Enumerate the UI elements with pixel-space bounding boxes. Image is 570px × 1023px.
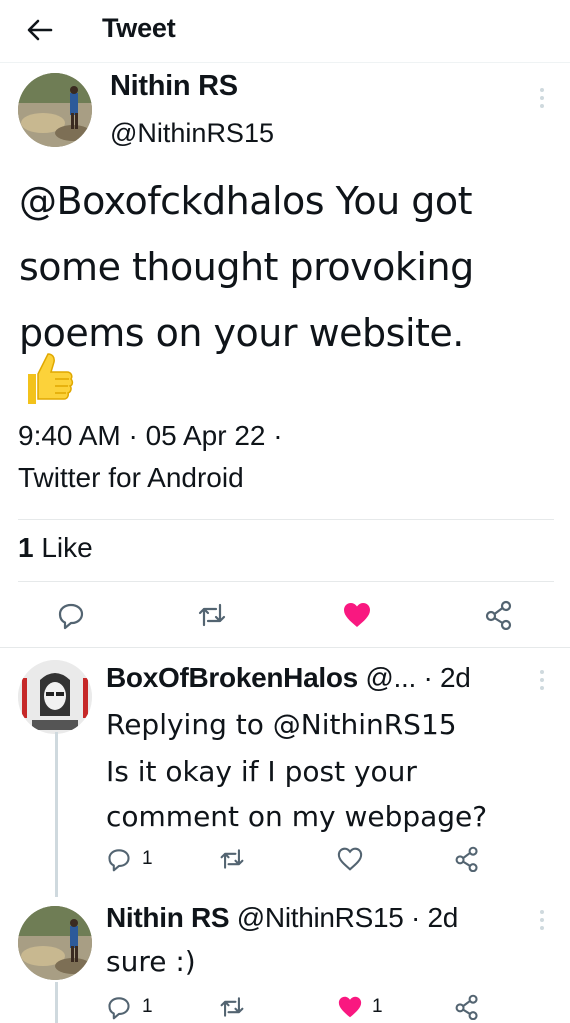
thread-line [55,982,58,1023]
reply-icon [58,603,84,630]
author-name[interactable]: Nithin RS [110,70,238,103]
more-vertical-icon [540,88,544,108]
divider [18,581,554,582]
replying-to[interactable]: Replying to @NithinRS15 [106,708,457,741]
reply-count: 1 [142,848,153,869]
arrow-left-icon [27,19,53,41]
reply-author-name: BoxOfBrokenHalos [106,662,358,693]
divider [18,519,554,520]
likes-summary[interactable]: 1 Like [18,532,93,564]
reply-text-line: Is it okay if I post your [106,755,417,788]
like-icon [344,603,370,627]
avatar[interactable] [18,73,92,147]
tweet-timestamp[interactable]: 9:40 AM · 05 Apr 22 · [18,420,283,452]
more-options-button[interactable] [532,84,552,114]
header-divider [0,62,570,63]
retweet-button[interactable] [196,600,228,630]
avatar[interactable] [18,906,92,980]
retweet-button[interactable] [218,846,246,872]
like-button[interactable] [342,601,372,629]
avatar[interactable] [18,660,92,734]
share-icon [455,994,478,1021]
avatar-photo [18,73,92,147]
share-button[interactable] [454,846,480,873]
like-icon [337,847,363,871]
likes-count: 1 [18,532,34,563]
share-icon [485,600,512,631]
retweet-icon [198,603,226,627]
more-vertical-icon [540,670,544,690]
reply-handle-time: @NithinRS15 · 2d [229,902,459,933]
top-bar: Tweet [0,0,570,62]
reply-text-line: sure :) [106,945,196,978]
avatar-photo [18,660,92,734]
like-count: 1 [372,996,383,1017]
reply-author-name: Nithin RS [106,902,230,933]
reply-author[interactable]: Nithin RS @NithinRS15 · 2d [106,902,458,934]
likes-label: Like [33,532,93,563]
author-handle[interactable]: @NithinRS15 [110,118,274,149]
tweet-text-line: some thought provoking [19,245,474,289]
retweet-icon [220,849,244,869]
page-title: Tweet [102,13,176,43]
more-vertical-icon [540,910,544,930]
tweet-text-line: poems on your website. [19,311,464,355]
more-options-button[interactable] [532,906,552,936]
share-button[interactable] [484,600,514,631]
reply-button[interactable] [56,600,86,630]
share-button[interactable] [454,994,480,1021]
reply-text-line: comment on my webpage? [106,800,488,833]
reply-handle-time: @... · 2d [357,662,471,693]
retweet-button[interactable] [218,994,246,1020]
thumbs-up-icon [20,348,74,408]
divider [0,647,570,648]
avatar-photo [18,906,92,980]
like-button[interactable] [337,847,363,871]
share-icon [455,846,478,873]
reply-count: 1 [142,996,153,1017]
reply-author[interactable]: BoxOfBrokenHalos @... · 2d [106,662,471,694]
tweet-text: @Boxofckdhalos You got some thought prov… [19,168,555,366]
reply-icon [108,997,130,1020]
reply-icon [108,849,130,872]
more-options-button[interactable] [532,666,552,696]
like-button[interactable] [337,995,363,1019]
back-button[interactable] [24,14,56,46]
thread-line [55,732,58,897]
like-icon [338,996,362,1018]
reply-button[interactable] [106,994,132,1020]
retweet-icon [220,997,244,1017]
reply-button[interactable] [106,846,132,872]
tweet-text-line: @Boxofckdhalos You got [19,179,473,223]
tweet-source[interactable]: Twitter for Android [18,462,244,494]
